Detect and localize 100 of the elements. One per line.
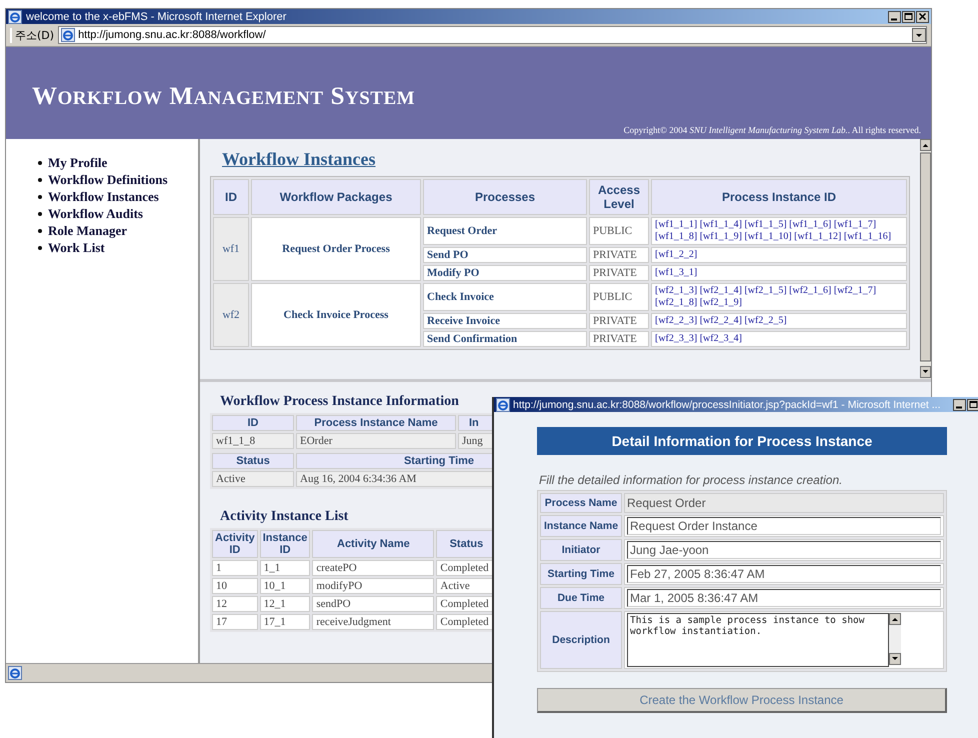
table-cell: EOrder xyxy=(296,433,456,449)
bullet-icon xyxy=(38,161,42,165)
input-field[interactable]: Feb 27, 2005 8:36:47 AM xyxy=(627,565,941,583)
instance-link[interactable]: [wf2_1_6] xyxy=(789,285,832,296)
bullet-icon xyxy=(38,178,42,182)
table-cell: Receive Invoice xyxy=(423,313,587,329)
instance-link[interactable]: [wf1_1_7] xyxy=(834,219,876,230)
table-cell: 10 xyxy=(212,578,258,594)
field-label: Initiator xyxy=(540,539,622,561)
dropdown-button[interactable] xyxy=(912,28,926,42)
table-cell: wf1 xyxy=(213,217,250,281)
instance-link[interactable]: [wf2_1_4] xyxy=(700,285,742,296)
input-field[interactable]: Mar 1, 2005 8:36:47 AM xyxy=(627,589,941,607)
table-cell: 12 xyxy=(212,596,258,612)
page-icon xyxy=(61,28,76,42)
browser-icon xyxy=(496,398,510,412)
table-cell: PRIVATE xyxy=(589,331,649,347)
window-title: welcome to the x-ebFMS - Microsoft Internet Explorer xyxy=(26,10,286,22)
nav-link[interactable]: Work List xyxy=(48,240,105,256)
table-cell: wf1_1_8 xyxy=(212,433,294,449)
table-cell: 10_1 xyxy=(260,578,310,594)
section-title: Activity Instance List xyxy=(220,509,348,525)
instance-link[interactable]: [wf2_2_4] xyxy=(700,315,742,326)
instance-link[interactable]: [wf2_1_7] xyxy=(834,285,876,296)
instance-link[interactable]: [wf2_1_9] xyxy=(700,297,742,308)
column-header: Status xyxy=(212,453,294,469)
instance-link[interactable]: [wf2_1_3] xyxy=(655,285,698,296)
table-cell: sendPO xyxy=(312,596,434,612)
instance-link[interactable]: [wf1_1_4] xyxy=(700,219,742,230)
table-cell: Send Confirmation xyxy=(423,331,587,347)
instance-link[interactable]: [wf1_1_12] xyxy=(794,231,842,242)
close-button[interactable] xyxy=(916,10,929,22)
table-cell: PRIVATE xyxy=(589,265,649,281)
table-cell: Check Invoice xyxy=(423,283,587,311)
instance-link[interactable]: [wf2_2_3] xyxy=(655,315,698,326)
instance-link[interactable]: [wf2_1_8] xyxy=(655,297,698,308)
scrollbar[interactable] xyxy=(889,613,901,665)
column-header: Workflow Packages xyxy=(251,179,421,215)
table-cell: Modify PO xyxy=(423,265,587,281)
table-cell: PRIVATE xyxy=(589,313,649,329)
field-label: Due Time xyxy=(540,587,622,609)
table-cell: PUBLIC xyxy=(589,217,649,245)
maximize-button[interactable] xyxy=(902,10,915,22)
table-cell: Send PO xyxy=(423,247,587,263)
instance-link[interactable]: [wf1_1_8] xyxy=(655,231,698,242)
nav-link[interactable]: My Profile xyxy=(48,155,108,171)
page-icon xyxy=(8,666,22,680)
column-header: Processes xyxy=(423,179,587,215)
minimize-button[interactable] xyxy=(953,398,966,410)
table-cell: Request Order Process xyxy=(251,217,421,281)
column-header: Process Instance ID xyxy=(651,179,907,215)
field-label: Description xyxy=(540,611,622,669)
instance-link[interactable]: [wf1_1_9] xyxy=(700,231,742,242)
table-cell: modifyPO xyxy=(312,578,434,594)
nav-link[interactable]: Workflow Definitions xyxy=(48,172,168,188)
table-cell: 12_1 xyxy=(260,596,310,612)
instance-link[interactable]: [wf2_3_3] xyxy=(655,333,698,344)
bullet-icon xyxy=(38,195,42,199)
table-cell: 1_1 xyxy=(260,560,310,576)
instance-link[interactable]: [wf2_2_5] xyxy=(744,315,787,326)
bullet-icon xyxy=(38,229,42,233)
address-label: 주소(D) xyxy=(10,28,54,42)
instance-link[interactable]: [wf1_3_1] xyxy=(655,267,698,278)
instance-link[interactable]: [wf2_1_5] xyxy=(744,285,787,296)
nav-link[interactable]: Role Manager xyxy=(48,223,128,239)
table-cell: 17_1 xyxy=(260,614,310,630)
table-cell: receiveJudgment xyxy=(312,614,434,630)
field-label: Starting Time xyxy=(540,563,622,585)
table-cell: 1 xyxy=(212,560,258,576)
instance-link[interactable]: [wf1_1_6] xyxy=(789,219,832,230)
nav-link[interactable]: Workflow Audits xyxy=(48,206,143,222)
column-header: Access Level xyxy=(589,179,649,215)
table-cell: PRIVATE xyxy=(589,247,649,263)
instance-link[interactable]: [wf2_3_4] xyxy=(700,333,742,344)
section-title: Workflow Process Instance Information xyxy=(220,394,459,410)
site-title: WORKFLOW MANAGEMENT SYSTEM xyxy=(32,83,416,111)
instance-link[interactable]: [wf1_1_16] xyxy=(844,231,892,242)
instance-link[interactable]: [wf1_1_5] xyxy=(744,219,787,230)
column-header: Activity ID xyxy=(212,530,258,558)
column-header: Process Instance Name xyxy=(296,415,456,431)
input-field[interactable]: Jung Jae-yoon xyxy=(627,541,941,559)
instance-link[interactable]: [wf1_1_10] xyxy=(744,231,792,242)
table-cell: wf2 xyxy=(213,283,250,347)
table-cell: createPO xyxy=(312,560,434,576)
nav-link[interactable]: Workflow Instances xyxy=(48,189,159,205)
instance-link[interactable]: [wf1_1_1] xyxy=(655,219,698,230)
table-cell: Request Order xyxy=(423,217,587,245)
description-field[interactable]: This is a sample process instance to show workflow instantiation. xyxy=(627,613,889,667)
scrollbar[interactable] xyxy=(920,139,931,379)
table-cell: Check Invoice Process xyxy=(251,283,421,347)
table-cell: PUBLIC xyxy=(589,283,649,311)
section-title: Workflow Instances xyxy=(222,149,376,170)
form-heading: Detail Information for Process Instance xyxy=(537,427,947,455)
minimize-button[interactable] xyxy=(888,10,901,22)
table-cell: 17 xyxy=(212,614,258,630)
maximize-button[interactable] xyxy=(967,398,978,410)
address-field[interactable]: http://jumong.snu.ac.kr:8088/workflow/ xyxy=(58,26,927,44)
instance-link[interactable]: [wf1_2_2] xyxy=(655,249,698,260)
input-field[interactable]: Request Order Instance xyxy=(627,517,941,535)
bullet-icon xyxy=(38,246,42,250)
